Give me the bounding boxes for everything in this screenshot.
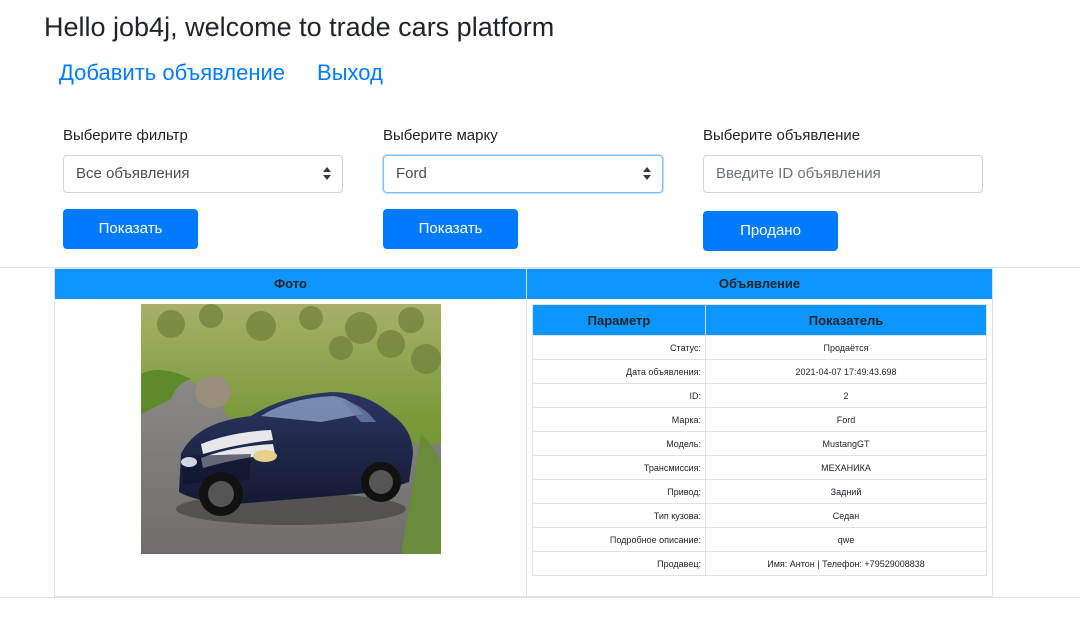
listing-group: Выберите объявление Продано bbox=[703, 126, 983, 251]
param-value: 2 bbox=[705, 383, 987, 408]
param-value: Седан bbox=[705, 503, 987, 528]
divider-bottom bbox=[0, 597, 1080, 598]
listing-id-input[interactable] bbox=[716, 156, 970, 191]
listing-column-header: Объявление bbox=[527, 269, 992, 299]
brand-select[interactable]: Ford bbox=[383, 155, 663, 193]
param-column-header: Параметр bbox=[532, 304, 706, 336]
filter-select[interactable]: Все объявления bbox=[63, 155, 343, 193]
param-value: Задний bbox=[705, 479, 987, 504]
param-label: Дата объявления: bbox=[532, 359, 706, 384]
table-row: Продавец: Имя: Антон | Телефон: +79529008… bbox=[532, 551, 987, 576]
param-value: 2021-04-07 17:49:43.698 bbox=[705, 359, 987, 384]
table-row: Модель: MustangGT bbox=[532, 431, 987, 456]
add-listing-link[interactable]: Добавить объявление bbox=[59, 60, 285, 86]
param-label: Модель: bbox=[532, 431, 706, 456]
logout-link[interactable]: Выход bbox=[317, 60, 383, 86]
listing-details-table: Параметр Показатель Статус: Продаётся Дат… bbox=[532, 304, 987, 576]
brand-select-value: Ford bbox=[396, 165, 427, 182]
param-label: Подробное описание: bbox=[532, 527, 706, 552]
param-value: MustangGT bbox=[705, 431, 987, 456]
filter-select-value: Все объявления bbox=[76, 165, 190, 182]
filter-label: Выберите фильтр bbox=[63, 127, 188, 144]
page-title: Hello job4j, welcome to trade cars platf… bbox=[44, 12, 555, 42]
photo-column-header: Фото bbox=[55, 269, 527, 299]
show-brand-button[interactable]: Показать bbox=[383, 209, 518, 249]
param-label: Трансмиссия: bbox=[532, 455, 706, 480]
param-label: Тип кузова: bbox=[532, 503, 706, 528]
param-label: Статус: bbox=[532, 335, 706, 360]
select-arrows-icon bbox=[643, 167, 651, 181]
table-row: Привод: Задний bbox=[532, 479, 987, 504]
param-value: qwe bbox=[705, 527, 987, 552]
table-row: Подробное описание: qwe bbox=[532, 527, 987, 552]
listing-id-field[interactable] bbox=[703, 155, 983, 193]
select-arrows-icon bbox=[323, 167, 331, 181]
car-photo bbox=[141, 304, 441, 554]
table-row: Трансмиссия: МЕХАНИКА bbox=[532, 455, 987, 480]
param-value: Продаётся bbox=[705, 335, 987, 360]
param-label: Привод: bbox=[532, 479, 706, 504]
param-value: Ford bbox=[705, 407, 987, 432]
brand-label: Выберите марку bbox=[383, 127, 498, 144]
table-row: Статус: Продаётся bbox=[532, 335, 987, 360]
top-nav: Добавить объявление Выход bbox=[59, 60, 383, 86]
param-label: ID: bbox=[532, 383, 706, 408]
listings-table: Фото Объявление Параметр Показатель Стат… bbox=[54, 268, 993, 597]
table-row: Марка: Ford bbox=[532, 407, 987, 432]
param-label: Марка: bbox=[532, 407, 706, 432]
value-column-header: Показатель bbox=[705, 304, 987, 336]
param-value: МЕХАНИКА bbox=[705, 455, 987, 480]
table-row: ID: 2 bbox=[532, 383, 987, 408]
show-filter-button[interactable]: Показать bbox=[63, 209, 198, 249]
table-row: Дата объявления: 2021-04-07 17:49:43.698 bbox=[532, 359, 987, 384]
table-row: Тип кузова: Седан bbox=[532, 503, 987, 528]
filter-group: Выберите фильтр Все объявления Показать bbox=[63, 126, 343, 249]
listing-label: Выберите объявление bbox=[703, 127, 861, 144]
param-label: Продавец: bbox=[532, 551, 706, 576]
param-value: Имя: Антон | Телефон: +79529008838 bbox=[705, 551, 987, 576]
brand-group: Выберите марку Ford Показать bbox=[383, 126, 663, 249]
sold-button[interactable]: Продано bbox=[703, 211, 838, 251]
column-divider bbox=[526, 299, 527, 596]
